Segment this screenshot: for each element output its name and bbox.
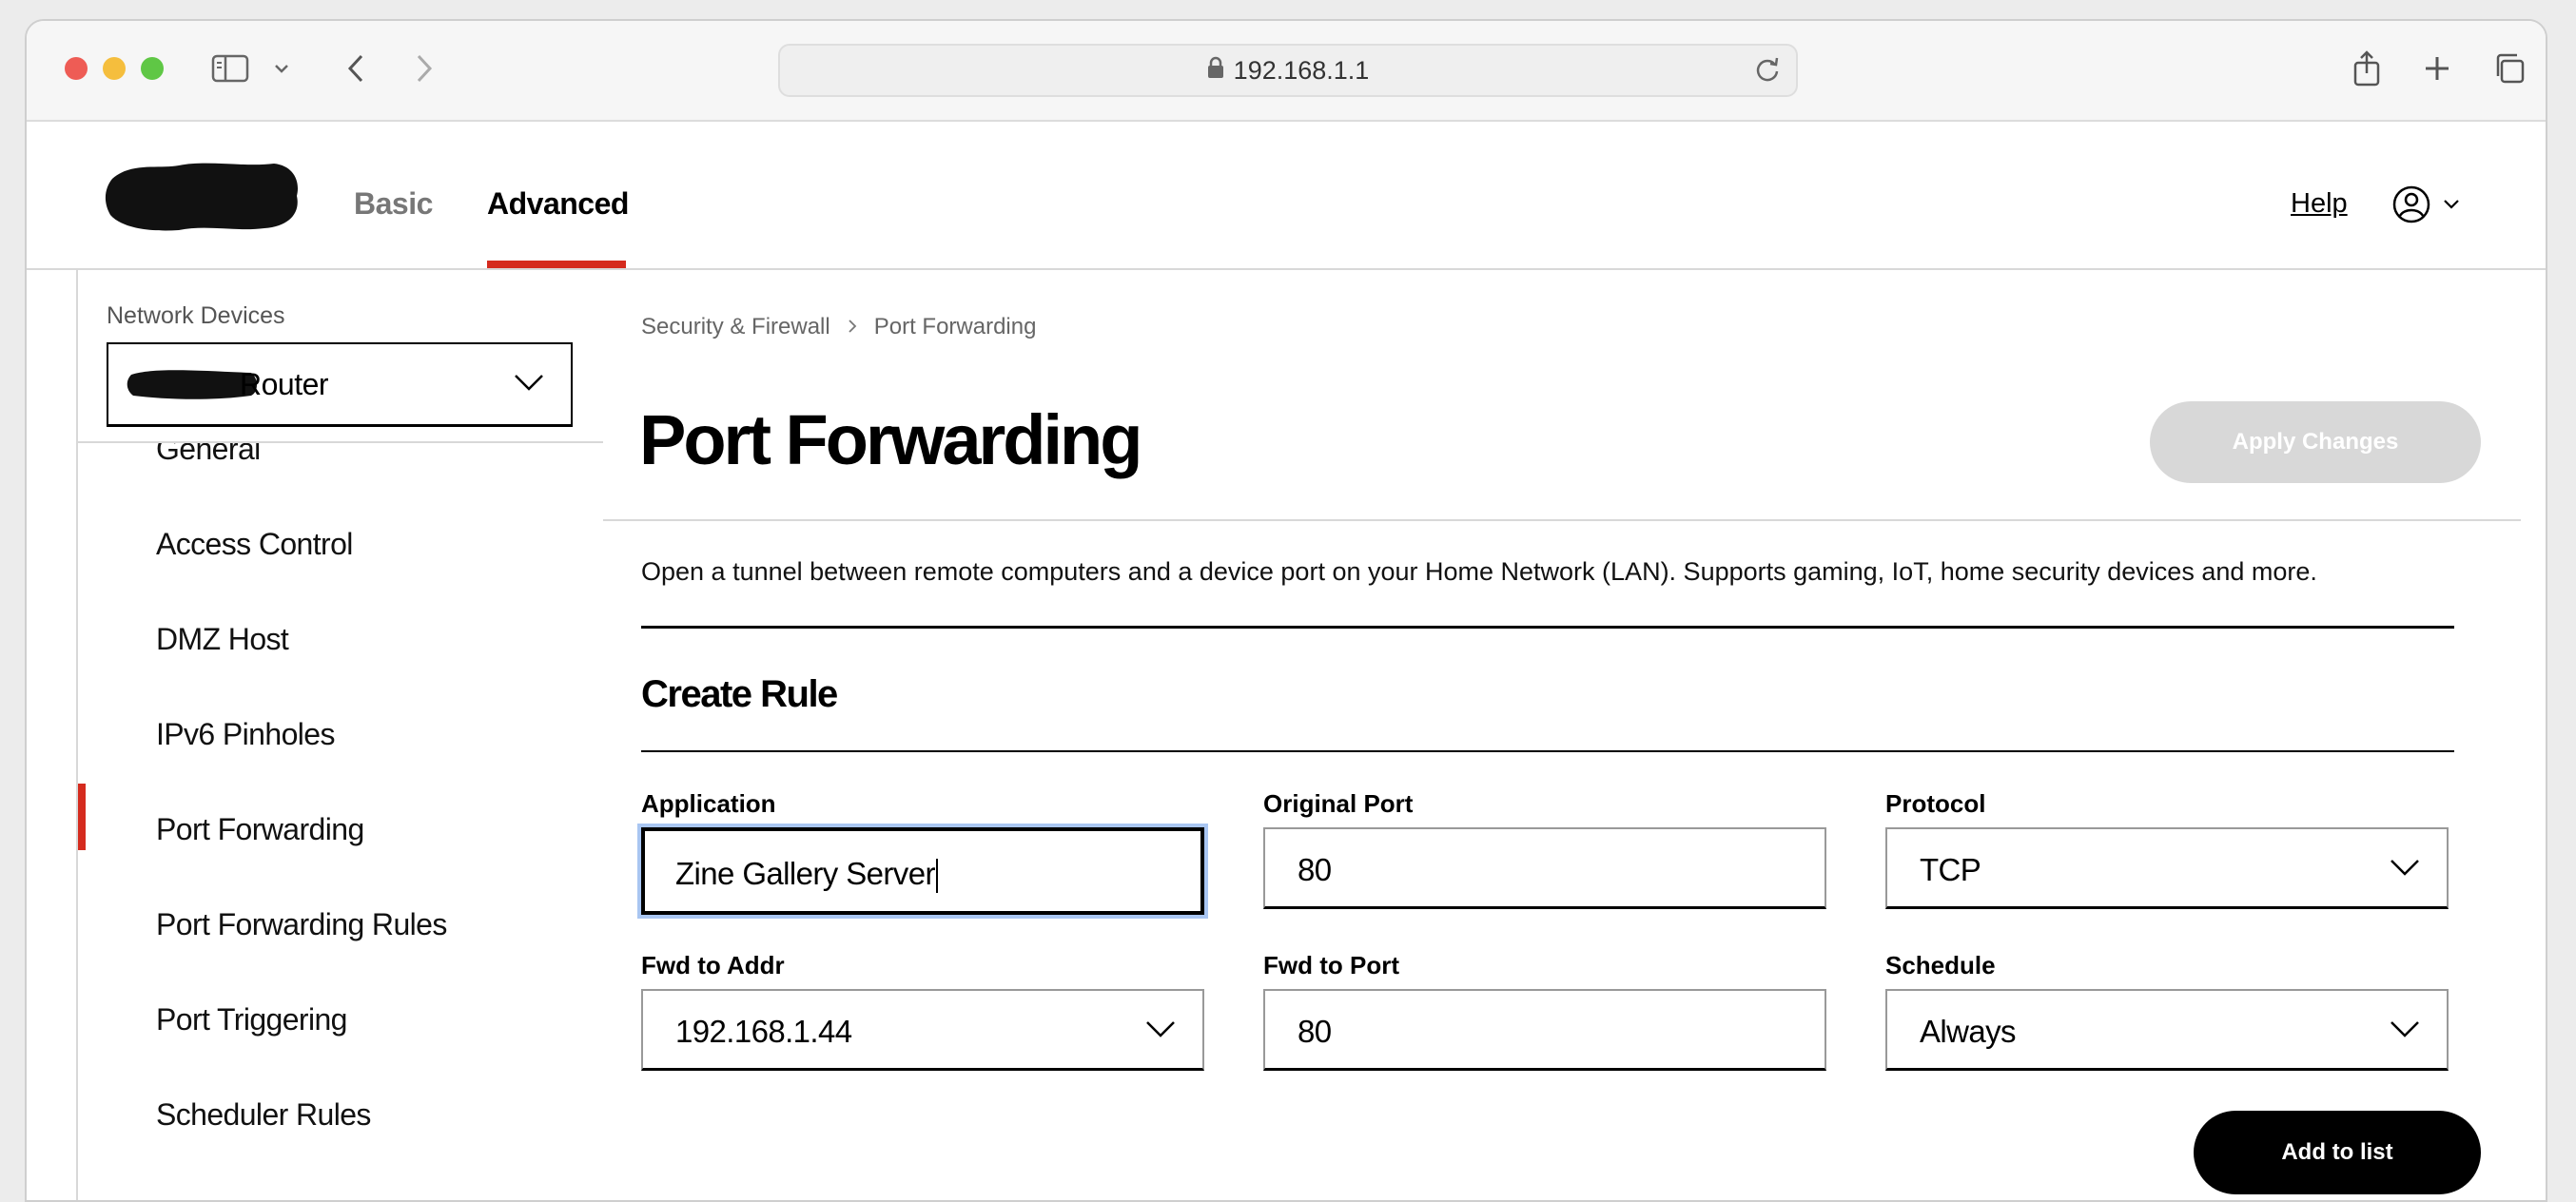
network-devices-label: Network Devices [107,302,285,329]
sidebar-item-label: Access Control [156,527,353,561]
sidebar-item-label: Port Triggering [156,1002,347,1037]
zoom-window-button[interactable] [141,57,164,80]
breadcrumb-port-forwarding: Port Forwarding [873,314,1037,339]
divider [603,519,2521,521]
url-text: 192.168.1.1 [1233,55,1370,85]
tab-basic[interactable]: Basic [354,186,433,222]
account-chevron-down-icon[interactable] [2443,198,2460,215]
protocol-select[interactable]: TCP [1885,827,2449,909]
sidebar-item-label: Port Forwarding Rules [156,907,447,941]
fwd-addr-select[interactable]: 192.168.1.44 [641,989,1204,1071]
application-input[interactable]: Zine Gallery Server [641,827,1204,915]
sidebar-item-scheduler-rules[interactable]: Scheduler Rules [78,1069,603,1164]
original-port-value: 80 [1298,852,1332,887]
section-title: Create Rule [641,673,838,715]
chevron-down-icon [2390,1019,2420,1043]
redacted-logo [103,160,302,232]
text-caret [935,859,938,894]
application-value-wrap: Zine Gallery Server [675,856,938,894]
chevron-down-icon [2390,858,2420,882]
chevron-down-icon [514,373,544,397]
original-port-input[interactable]: 80 [1263,827,1826,909]
add-to-list-button[interactable]: Add to list [2194,1111,2481,1194]
top-navigation: Basic Advanced Help [27,122,2546,270]
browser-window: 192.168.1.1 Basic Advanced Help Network … [25,19,2547,1202]
fwd-port-input[interactable]: 80 [1263,989,1826,1071]
share-icon[interactable] [2348,49,2386,87]
account-icon[interactable] [2391,184,2431,229]
help-link[interactable]: Help [2291,188,2348,220]
protocol-value: TCP [1920,852,1981,887]
sidebar-item-port-triggering[interactable]: Port Triggering [78,974,603,1069]
new-tab-icon[interactable] [2418,49,2456,87]
network-device-select[interactable]: Router [107,342,573,427]
sidebar-item-ipv6-pinholes[interactable]: IPv6 Pinholes [78,688,603,784]
fwd-addr-value: 192.168.1.44 [675,1014,852,1049]
tab-overview-icon[interactable] [2490,49,2528,87]
schedule-value: Always [1920,1014,2017,1049]
apply-changes-button[interactable]: Apply Changes [2150,401,2481,483]
sidebar-item-general[interactable]: General [78,441,603,498]
schedule-select[interactable]: Always [1885,989,2449,1071]
fwd-addr-label: Fwd to Addr [641,951,785,979]
device-select-value: Router [240,367,329,401]
sidebar-menu: General Access Control DMZ Host IPv6 Pin… [78,441,603,1200]
chevron-down-icon[interactable] [270,49,293,87]
application-value: Zine Gallery Server [675,856,935,891]
sidebar-item-label: General [156,441,261,466]
breadcrumb-security-firewall[interactable]: Security & Firewall [641,314,830,340]
sidebar-item-port-forwarding[interactable]: Port Forwarding [78,784,603,879]
page-title: Port Forwarding [639,400,1142,479]
redacted-device-name [126,365,259,403]
chevron-right-icon [848,314,857,340]
back-arrow-icon[interactable] [337,49,375,87]
fwd-port-value: 80 [1298,1014,1332,1049]
divider [641,626,2454,629]
fwd-port-label: Fwd to Port [1263,951,1399,979]
original-port-label: Original Port [1263,789,1414,818]
sidebar-item-port-forwarding-rules[interactable]: Port Forwarding Rules [78,879,603,974]
close-window-button[interactable] [65,57,88,80]
sidebar-item-label: Scheduler Rules [156,1097,371,1132]
breadcrumb: Security & Firewall Port Forwarding [641,314,1036,340]
sidebar-item-label: DMZ Host [156,622,289,656]
sidebar-item-label: Port Forwarding [156,812,364,846]
page-description: Open a tunnel between remote computers a… [641,557,2317,586]
address-bar[interactable]: 192.168.1.1 [778,44,1798,97]
chevron-down-icon [1145,1019,1176,1043]
browser-toolbar: 192.168.1.1 [27,21,2546,122]
active-item-indicator [78,784,86,850]
forward-arrow-icon[interactable] [405,49,443,87]
minimize-window-button[interactable] [103,57,126,80]
main-content: Security & Firewall Port Forwarding Port… [603,270,2521,1200]
lock-icon [1207,56,1224,86]
protocol-label: Protocol [1885,789,1986,818]
tab-advanced[interactable]: Advanced [487,186,629,222]
reload-icon[interactable] [1754,55,1781,90]
sidebar-item-dmz-host[interactable]: DMZ Host [78,593,603,688]
schedule-label: Schedule [1885,951,1996,979]
application-label: Application [641,789,776,818]
active-tab-indicator [487,261,626,268]
sidebar-item-access-control[interactable]: Access Control [78,498,603,593]
sidebar: Network Devices Router General Access Co… [76,270,605,1200]
sidebar-toggle-icon[interactable] [211,49,249,87]
sidebar-item-label: IPv6 Pinholes [156,717,335,751]
divider [641,750,2454,752]
